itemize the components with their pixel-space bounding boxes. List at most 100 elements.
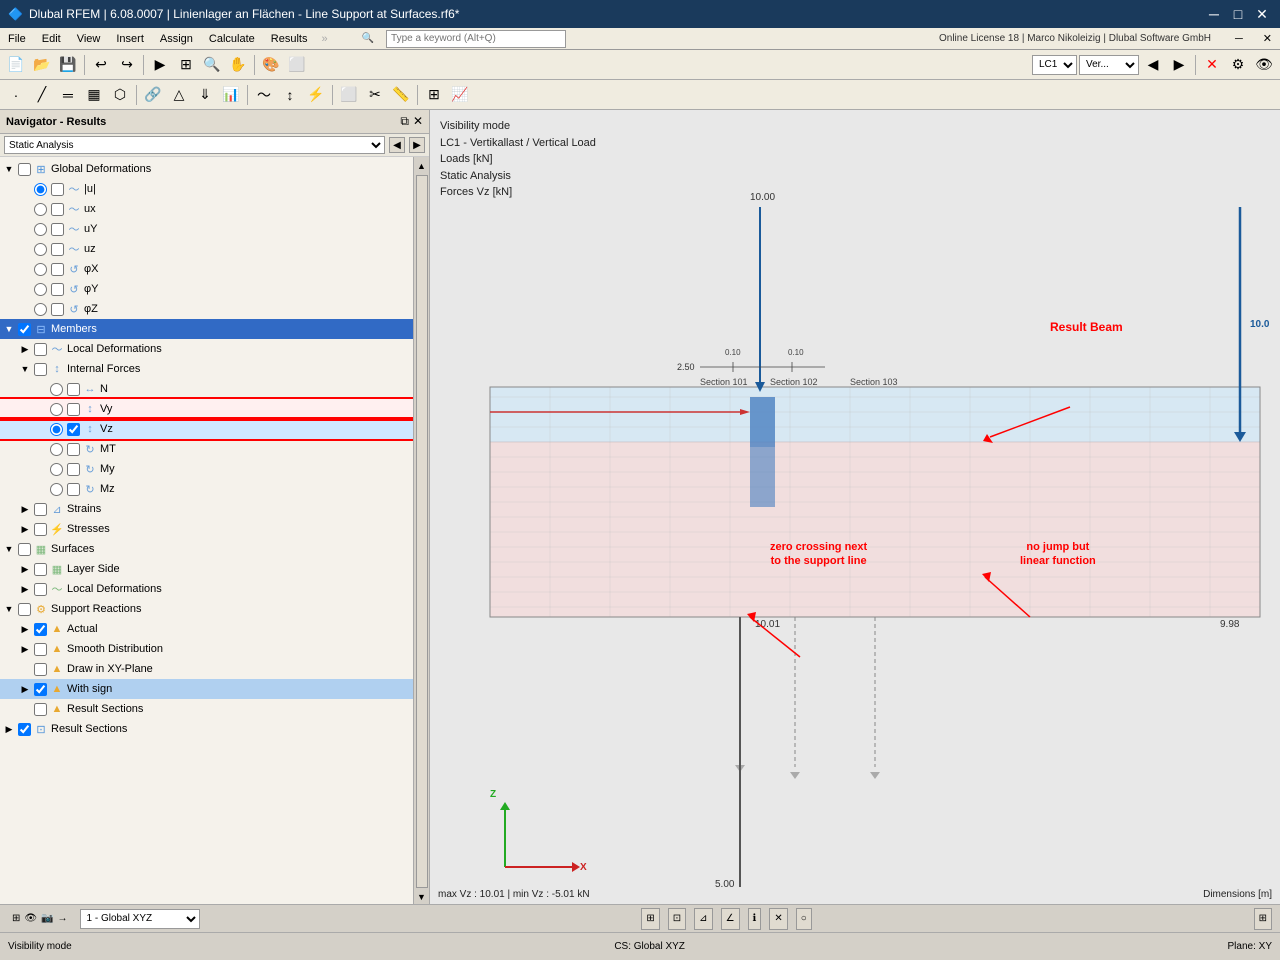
cb-uz[interactable]	[51, 243, 64, 256]
cb-strains[interactable]	[34, 503, 47, 516]
btn-snap[interactable]: ⊡	[668, 908, 686, 930]
tb2-table[interactable]: ⊞	[422, 83, 446, 107]
btn-ortho[interactable]: ⊿	[694, 908, 712, 930]
tb-wireframe[interactable]: ⬜	[285, 53, 309, 77]
cb-draw-xy[interactable]	[34, 663, 47, 676]
cb-int-forces[interactable]	[34, 363, 47, 376]
tree-phix[interactable]: ↺ φX	[0, 259, 413, 279]
global-xyz-select[interactable]: 1 - Global XYZ	[80, 909, 200, 929]
radio-Mz[interactable]	[50, 483, 63, 496]
expander-info[interactable]: ▶	[18, 682, 32, 696]
close-button[interactable]: ✕	[1252, 4, 1272, 24]
nav-filter-right[interactable]: ▶	[409, 137, 425, 153]
expander-smooth-dist[interactable]: ▶	[18, 642, 32, 656]
tree-phiz[interactable]: ↺ φZ	[0, 299, 413, 319]
tb-open[interactable]: 📂	[30, 53, 54, 77]
cb-phiz[interactable]	[51, 303, 64, 316]
tb-x-mark[interactable]: ✕	[1200, 53, 1224, 77]
btn-grid[interactable]: ⊞	[641, 908, 659, 930]
scroll-down[interactable]: ▼	[415, 890, 429, 904]
tb-prev-result[interactable]: ◀	[1141, 53, 1165, 77]
radio-N[interactable]	[50, 383, 63, 396]
tb-redo[interactable]: ↪	[115, 53, 139, 77]
nav-scroll-bar[interactable]: ▲ ▼	[413, 157, 429, 904]
cb-support-react[interactable]	[18, 603, 31, 616]
cb-stresses[interactable]	[34, 523, 47, 536]
btn-table[interactable]: ⊞	[1254, 908, 1272, 930]
load-case-combo[interactable]: LC1	[1032, 55, 1077, 75]
tree-local-def[interactable]: ▶ 〜 Local Deformations	[0, 339, 413, 359]
cb-Vz[interactable]	[67, 423, 80, 436]
tb2-supports[interactable]: △	[167, 83, 191, 107]
radio-My[interactable]	[50, 463, 63, 476]
tree-uy[interactable]: 〜 uY	[0, 219, 413, 239]
radio-uy[interactable]	[34, 223, 47, 236]
tb-undo[interactable]: ↩	[89, 53, 113, 77]
expander-local-def[interactable]: ▶	[18, 342, 32, 356]
tb2-deform[interactable]: 〜	[252, 83, 276, 107]
cb-N[interactable]	[67, 383, 80, 396]
cb-smooth-dist[interactable]	[34, 643, 47, 656]
tb2-members[interactable]: ═	[56, 83, 80, 107]
minimize-button[interactable]: ─	[1204, 4, 1224, 24]
tree-members[interactable]: ▼ ⊟ Members	[0, 319, 413, 339]
tb2-xray[interactable]: ⬜	[337, 83, 361, 107]
tree-N[interactable]: ↔ N	[0, 379, 413, 399]
nav-filter-left[interactable]: ◀	[389, 137, 405, 153]
menu-edit[interactable]: Edit	[34, 33, 69, 45]
tree-layer-side[interactable]: ▶ ▦ Layer Side	[0, 559, 413, 579]
radio-phix[interactable]	[34, 263, 47, 276]
tree-info[interactable]: ▶ ▲ With sign	[0, 679, 413, 699]
tree-stresses[interactable]: ▶ ⚡ Stresses	[0, 519, 413, 539]
tree-support-react[interactable]: ▼ ⚙ Support Reactions	[0, 599, 413, 619]
tree-MT[interactable]: ↻ MT	[0, 439, 413, 459]
tb2-stress[interactable]: ⚡	[304, 83, 328, 107]
tb2-clip[interactable]: ✂	[363, 83, 387, 107]
expander-layer-side[interactable]: ▶	[18, 562, 32, 576]
menu-calculate[interactable]: Calculate	[201, 33, 263, 45]
tb2-chart[interactable]: 📈	[448, 83, 472, 107]
expander-strains[interactable]: ▶	[18, 502, 32, 516]
tree-surfaces[interactable]: ▼ ▦ Surfaces	[0, 539, 413, 559]
btn-info[interactable]: ℹ	[748, 908, 762, 930]
tb2-constraints[interactable]: 🔗	[141, 83, 165, 107]
cb-u-abs[interactable]	[51, 183, 64, 196]
menu-view[interactable]: View	[69, 33, 109, 45]
cb-MT[interactable]	[67, 443, 80, 456]
icon-camera[interactable]: 📷	[41, 913, 53, 924]
tb2-measure[interactable]: 📏	[389, 83, 413, 107]
tb-save[interactable]: 💾	[56, 53, 80, 77]
tb2-lines[interactable]: ╱	[30, 83, 54, 107]
menu-assign[interactable]: Assign	[152, 33, 201, 45]
tree-Vy[interactable]: ↕ Vy	[0, 399, 413, 419]
icon-arrow[interactable]: →	[58, 913, 68, 924]
version-combo[interactable]: Ver...	[1079, 55, 1139, 75]
scroll-up[interactable]: ▲	[415, 159, 429, 173]
tb-select[interactable]: ▶	[148, 53, 172, 77]
tb2-surfaces[interactable]: ▦	[82, 83, 106, 107]
search-input[interactable]	[386, 30, 566, 48]
maximize-button[interactable]: □	[1228, 4, 1248, 24]
radio-ux[interactable]	[34, 203, 47, 216]
tree-int-forces[interactable]: ▼ ↕ Internal Forces	[0, 359, 413, 379]
tb2-nodes[interactable]: ·	[4, 83, 28, 107]
cb-My[interactable]	[67, 463, 80, 476]
tree-result-sections[interactable]: ▶ ⊡ Result Sections	[0, 719, 413, 739]
expander-actual[interactable]: ▶	[18, 622, 32, 636]
license-minimize[interactable]: ─	[1227, 33, 1251, 45]
tb-view-settings[interactable]: 👁	[1252, 53, 1276, 77]
cb-phix[interactable]	[51, 263, 64, 276]
cb-surfaces[interactable]	[18, 543, 31, 556]
expander-surfaces[interactable]: ▼	[2, 542, 16, 556]
menu-file[interactable]: File	[0, 33, 34, 45]
cb-info[interactable]	[34, 683, 47, 696]
tb-new[interactable]: 📄	[4, 53, 28, 77]
cb-Mz[interactable]	[67, 483, 80, 496]
menu-insert[interactable]: Insert	[108, 33, 152, 45]
expander-int-forces[interactable]: ▼	[18, 362, 32, 376]
cb-actual[interactable]	[34, 623, 47, 636]
icon-2d-view[interactable]: ⊞	[12, 913, 20, 924]
tb2-results[interactable]: 📊	[219, 83, 243, 107]
tb-pan[interactable]: ✋	[226, 53, 250, 77]
tree-with-sign[interactable]: ▲ Result Sections	[0, 699, 413, 719]
